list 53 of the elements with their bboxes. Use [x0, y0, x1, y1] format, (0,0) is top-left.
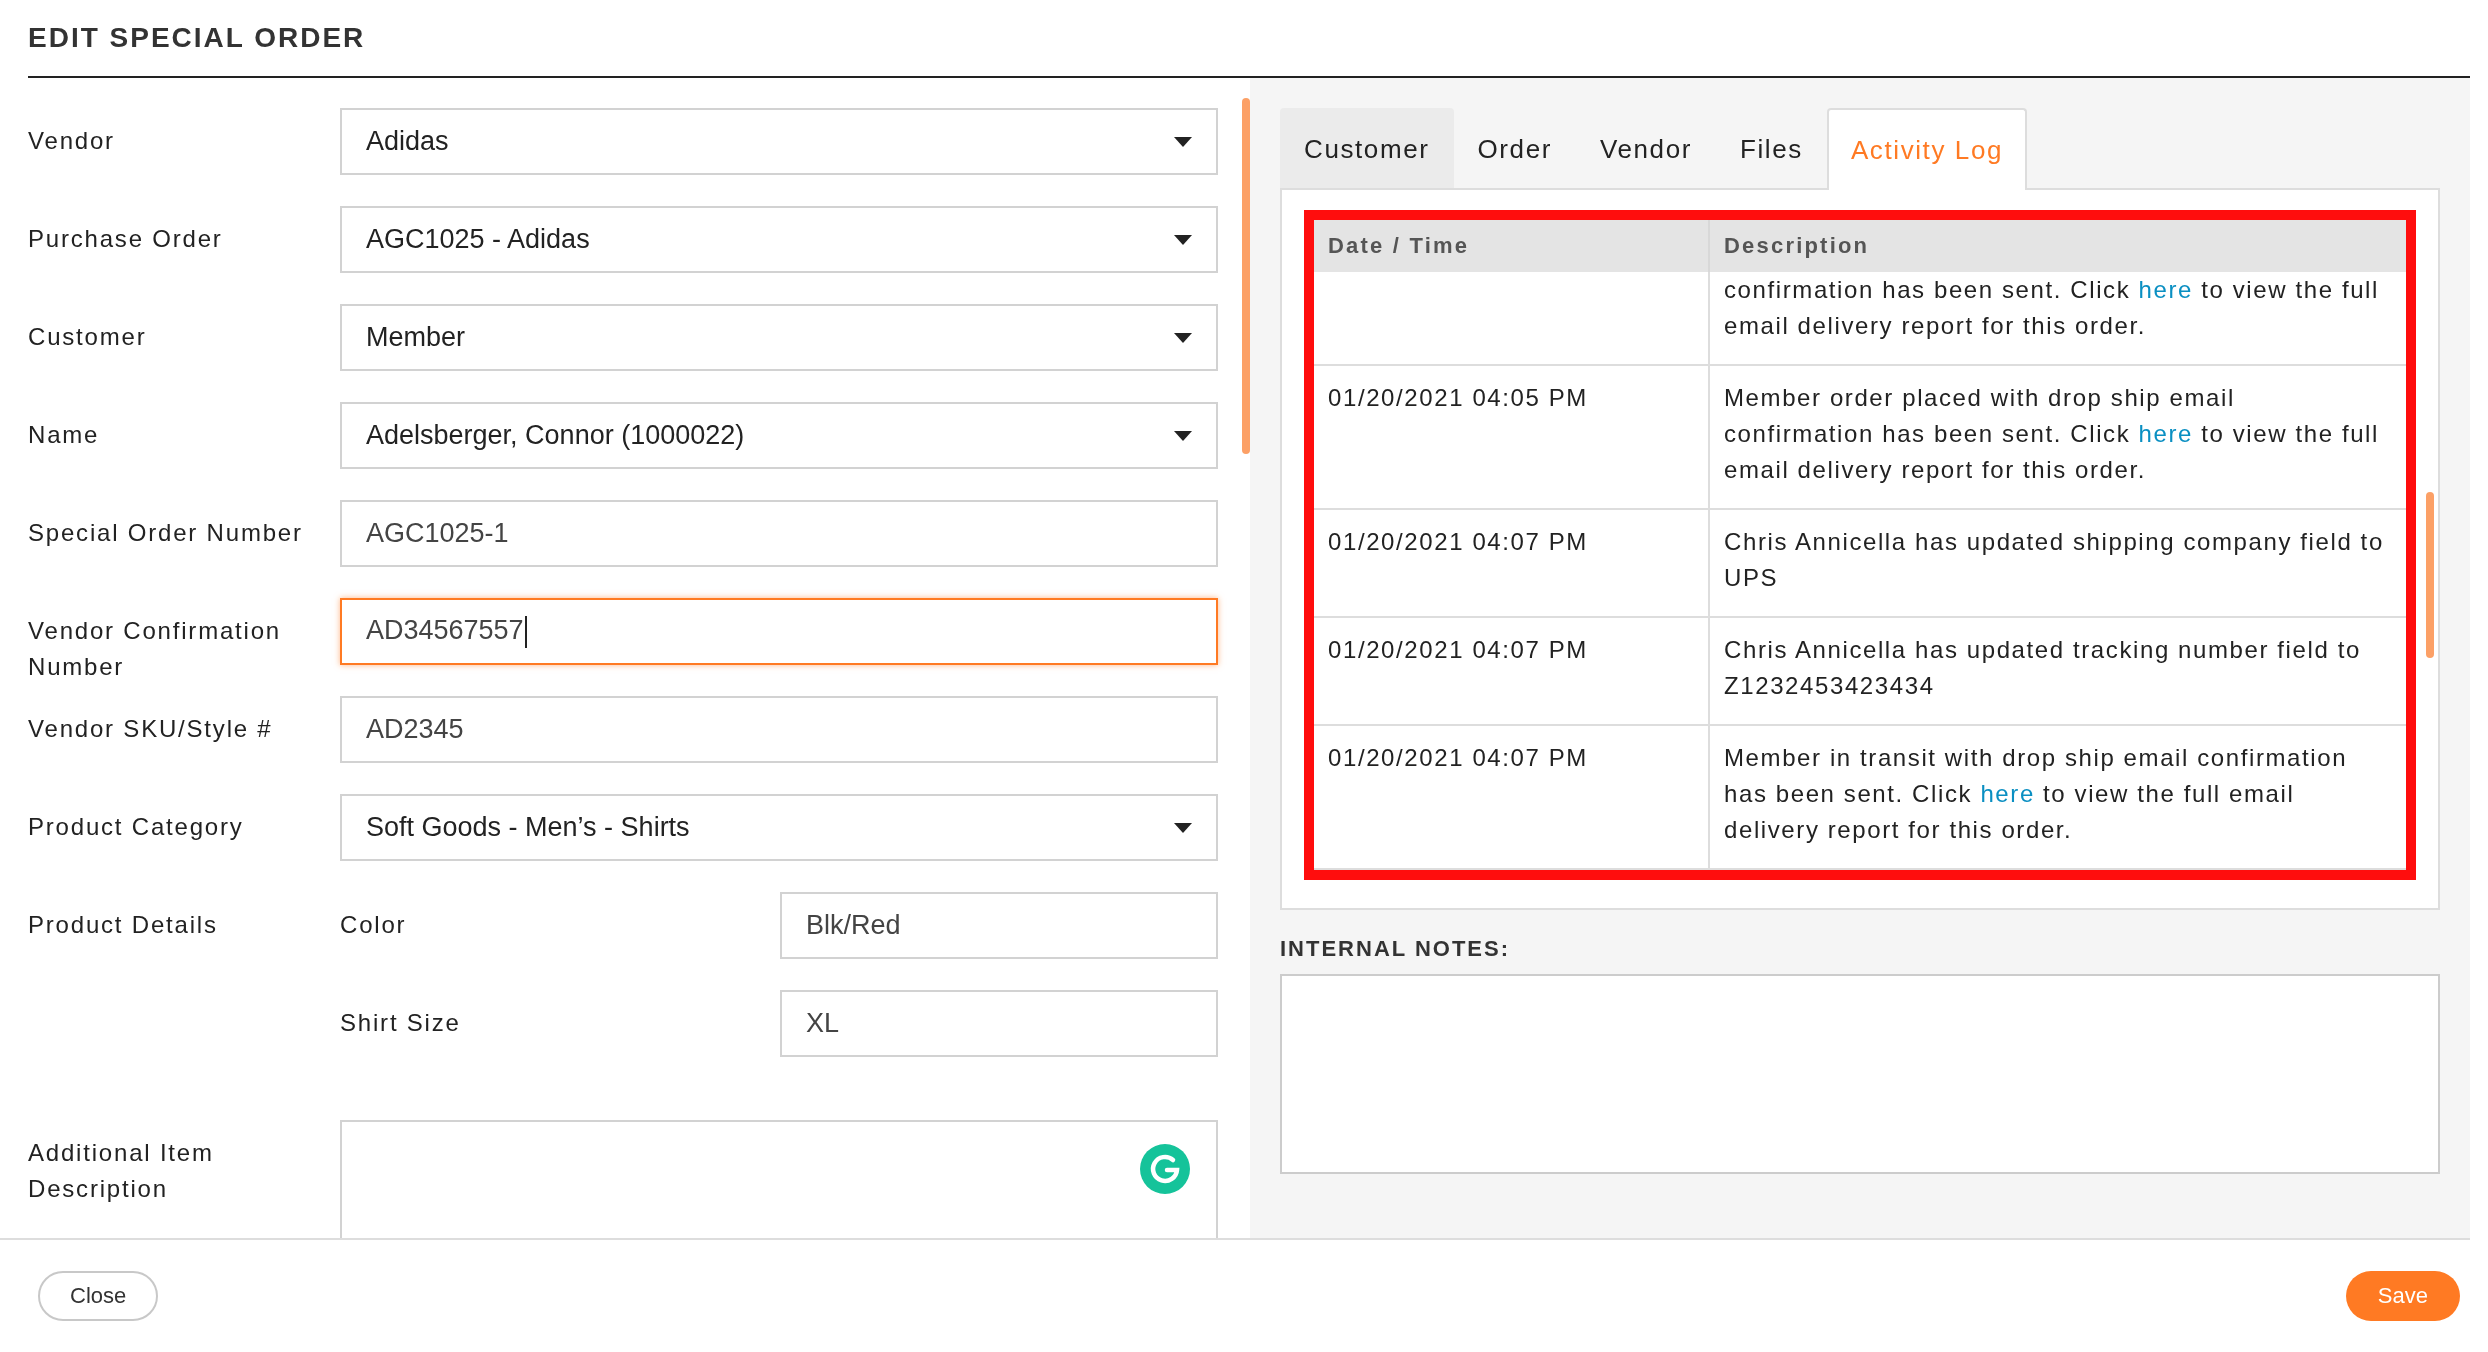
- dropdown[interactable]: Adelsberger, Connor (1000022): [340, 402, 1218, 469]
- text-cursor: [524, 615, 527, 648]
- field-label: Shirt Size: [340, 1008, 462, 1038]
- log-date-time: 01/20/2021 04:07 PM: [1328, 636, 1588, 663]
- tab[interactable]: Vendor: [1575, 108, 1716, 188]
- text-field[interactable]: XL: [780, 990, 1218, 1057]
- log-date-time: 01/20/2021 04:07 PM: [1328, 744, 1588, 771]
- log-description: Chris Annicella has updated shipping company field to UPS: [1724, 528, 2384, 591]
- here-link[interactable]: here: [2138, 420, 2193, 447]
- here-link[interactable]: here: [2138, 276, 2193, 303]
- caret-icon: [1174, 234, 1192, 245]
- caret-icon: [1174, 430, 1192, 441]
- here-link[interactable]: here: [1980, 780, 2035, 807]
- text-field[interactable]: AD34567557: [340, 598, 1218, 665]
- dialog-title: EDIT SPECIAL ORDER: [28, 22, 366, 54]
- field-label: Purchase Order: [28, 224, 224, 254]
- field-label: Product Category: [28, 812, 245, 842]
- caret-icon: [1174, 136, 1192, 147]
- tab[interactable]: Files: [1716, 108, 1827, 188]
- scrollbar-thumb[interactable]: [2426, 492, 2434, 658]
- tab[interactable]: Order: [1453, 108, 1576, 188]
- column-header: Date / Time: [1314, 220, 1708, 272]
- text-field[interactable]: AGC1025-1: [340, 500, 1218, 567]
- field-label: Additional Item Description: [28, 1138, 215, 1204]
- caret-icon: [1174, 822, 1192, 833]
- dropdown[interactable]: AGC1025 - Adidas: [340, 206, 1218, 273]
- notes-field[interactable]: [1280, 974, 2440, 1174]
- field-label: Vendor Confirmation Number: [28, 616, 282, 682]
- log-description: Member in transit with drop ship email confirmation has been sent. Click here to view the full email delivery report for this order.: [1724, 744, 2348, 843]
- tab[interactable]: Customer: [1280, 108, 1454, 188]
- field-label: Customer: [28, 322, 148, 352]
- caret-icon: [1174, 332, 1192, 343]
- log-date-time: 01/20/2021 04:07 PM: [1328, 528, 1588, 555]
- text-area[interactable]: [340, 1120, 1218, 1238]
- close-button[interactable]: Close: [38, 1271, 159, 1321]
- log-date-time: 01/20/2021 04:05 PM: [1328, 384, 1588, 411]
- log-description: confirmation has been sent. Click here to view the full email delivery report for this order.: [1724, 276, 2379, 339]
- section-label: INTERNAL NOTES:: [1280, 936, 1512, 962]
- text-field[interactable]: AD2345: [340, 696, 1218, 763]
- field-label: Color: [340, 910, 408, 940]
- field-label: Name: [28, 420, 101, 450]
- column-header: Description: [1708, 220, 2406, 272]
- field-label: Product Details: [28, 910, 219, 940]
- text-field[interactable]: Blk/Red: [780, 892, 1218, 959]
- field-label: Special Order Number: [28, 518, 304, 548]
- log-description: Chris Annicella has updated tracking number field to Z1232453423434: [1724, 636, 2361, 699]
- dropdown[interactable]: Member: [340, 304, 1218, 371]
- dropdown[interactable]: Soft Goods - Men’s - Shirts: [340, 794, 1218, 861]
- log-description: Member order placed with drop ship email confirmation has been sent. Click here to view the full email delivery report for this order.: [1724, 384, 2379, 483]
- dropdown[interactable]: Adidas: [340, 108, 1218, 175]
- field-label: Vendor SKU/Style #: [28, 714, 274, 744]
- scrollbar-thumb[interactable]: [1242, 98, 1250, 454]
- field-label: Vendor: [28, 126, 116, 156]
